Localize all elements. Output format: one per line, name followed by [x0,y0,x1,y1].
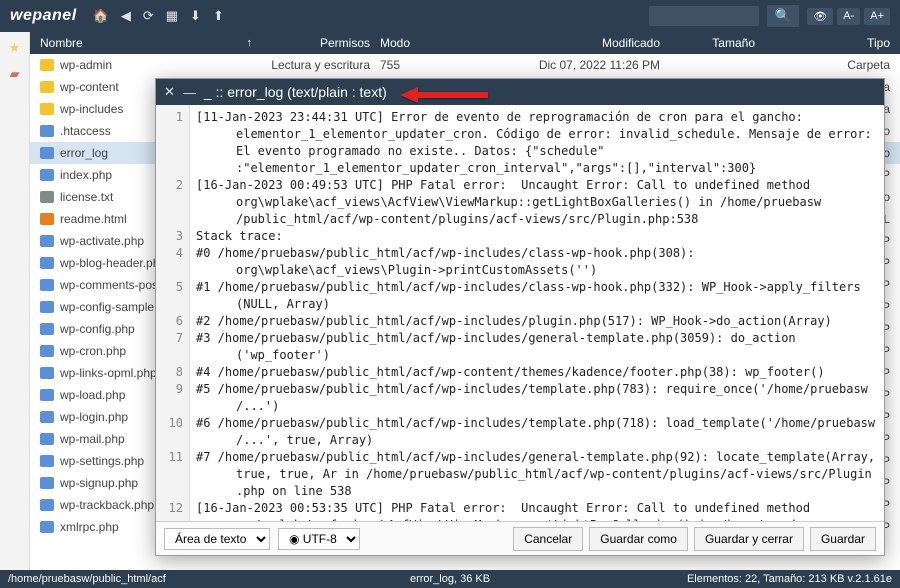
home-icon[interactable]: 🏠 [93,8,109,24]
editor-titlebar[interactable]: ✕ — _ :: error_log (text/plain : text) [156,79,884,105]
file-name: wp-config.php [60,322,135,336]
file-name: wp-cron.php [60,344,126,358]
folder-icon [40,81,54,93]
file-icon [40,301,54,313]
file-icon [40,125,54,137]
file-icon [40,521,54,533]
eye-icon[interactable]: 👁 [807,8,833,25]
file-name: license.txt [60,190,113,204]
file-name: error_log [60,146,108,160]
save-as-button[interactable]: Guardar como [589,527,688,551]
column-type[interactable]: Tipo [765,36,900,50]
grid-icon[interactable]: ▦ [166,8,178,24]
file-icon [40,169,54,181]
favorites-strip: ★ ▰ [0,32,30,570]
line-gutter: 12345678910111213 [156,105,190,521]
table-header: Nombre↑ Permisos Modo Modificado Tamaño … [30,32,900,54]
close-icon[interactable]: ✕ [164,84,175,100]
file-icon [40,257,54,269]
editor-title-text: _ :: error_log (text/plain : text) [204,84,387,100]
star-icon[interactable]: ★ [9,40,21,56]
file-name: wp-admin [60,58,112,72]
file-name: wp-comments-pos… [60,278,170,292]
file-icon [40,235,54,247]
file-icon [40,477,54,489]
editor-footer: Área de texto ◉ UTF-8 Cancelar Guardar c… [156,521,884,555]
box-icon[interactable]: ▰ [10,66,20,82]
file-name: wp-links-opml.php [60,366,157,380]
topbar: wepanel 🏠 ◀ ⟳ ▦ ⬇ ⬆ 🔍 👁 A- A+ [0,0,900,32]
back-icon[interactable]: ◀ [121,8,131,24]
file-icon [40,499,54,511]
file-name: wp-includes [60,102,123,116]
file-icon [40,345,54,357]
search-input[interactable] [649,6,759,26]
zoom-out-button[interactable]: A- [837,8,860,25]
status-right: Elementos: 22, Tamaño: 213 KB v.2.1.61e [687,573,892,585]
folder-icon [40,59,54,71]
editor-window: ✕ — _ :: error_log (text/plain : text) 1… [155,78,885,556]
save-button[interactable]: Guardar [810,527,876,551]
brand-logo: wepanel [10,7,77,25]
file-icon [40,411,54,423]
file-name: wp-signup.php [60,476,138,490]
file-icon [40,367,54,379]
file-name: index.php [60,168,112,182]
statusbar: /home/pruebasw/public_html/acf error_log… [0,570,900,588]
file-name: wp-mail.php [60,432,125,446]
file-name: wp-content [60,80,119,94]
file-icon [40,389,54,401]
encoding-select[interactable]: ◉ UTF-8 [278,528,360,550]
column-name[interactable]: Nombre↑ [30,36,260,50]
column-size[interactable]: Tamaño [670,36,765,50]
file-name: wp-config-sample.… [60,300,169,314]
file-icon [40,279,54,291]
file-icon [40,191,54,203]
file-icon [40,323,54,335]
file-name: readme.html [60,212,127,226]
file-name: xmlrpc.php [60,520,119,534]
zoom-in-button[interactable]: A+ [864,8,890,25]
search-button[interactable]: 🔍 [767,5,800,27]
save-close-button[interactable]: Guardar y cerrar [694,527,804,551]
column-modified[interactable]: Modificado [460,36,670,50]
file-icon [40,455,54,467]
file-icon [40,433,54,445]
cancel-button[interactable]: Cancelar [513,527,583,551]
file-name: wp-login.php [60,410,128,424]
file-icon [40,213,54,225]
code-area[interactable]: [11-Jan-2023 23:44:31 UTC] Error de even… [190,105,884,521]
column-permissions[interactable]: Permisos [260,36,380,50]
file-name: wp-settings.php [60,454,144,468]
toolbar-icons: 🏠 ◀ ⟳ ▦ ⬇ ⬆ [93,8,224,24]
area-select[interactable]: Área de texto [164,528,270,550]
column-mode[interactable]: Modo [380,36,460,50]
download-icon[interactable]: ⬇ [190,8,201,24]
status-center: error_log, 36 KB [410,573,490,585]
folder-icon [40,103,54,115]
status-path: /home/pruebasw/public_html/acf [8,573,166,585]
refresh-icon[interactable]: ⟳ [143,8,154,24]
upload-icon[interactable]: ⬆ [213,8,224,24]
file-name: wp-activate.php [60,234,144,248]
minimize-icon[interactable]: — [183,85,196,100]
file-name: wp-load.php [60,388,125,402]
file-name: .htaccess [60,124,111,138]
file-icon [40,147,54,159]
file-name: wp-trackback.php [60,498,154,512]
file-row[interactable]: wp-adminLectura y escritura755Dic 07, 20… [30,54,900,76]
